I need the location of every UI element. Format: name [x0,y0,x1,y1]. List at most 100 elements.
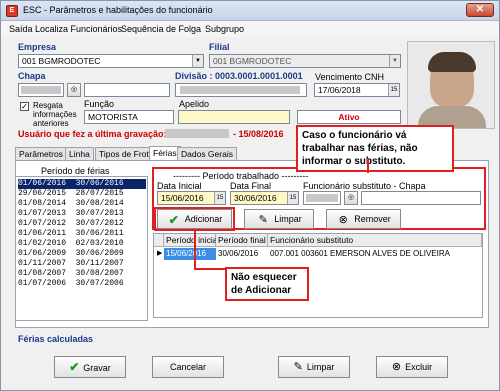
list-item[interactable]: 01/07/2006 30/07/2006 [18,279,146,289]
close-button[interactable]: ✕ [466,3,494,17]
menu-saida[interactable]: Saída [9,24,33,34]
tab-dados-gerais[interactable]: Dados Gerais [177,147,237,160]
vencimento-value: 17/06/2018 [318,85,361,95]
tab-parametros[interactable]: Parâmetros [15,147,67,160]
app-icon: E [6,5,18,17]
filial-value: 001 BGMRODOTEC [213,56,292,66]
limpar-bottom-button[interactable]: ✎ Limpar [278,356,350,378]
filial-label: Filial [209,42,230,52]
list-item[interactable]: 01/08/2007 30/08/2007 [18,269,146,279]
tab-linha[interactable]: Linha [65,147,94,160]
cancelar-button[interactable]: Cancelar [152,356,224,378]
callout-adicionar: Não esquecer de Adicionar [225,267,309,301]
title-bar: E ESC - Parâmetros e habilitações do fun… [1,1,499,21]
empresa-label: Empresa [18,42,57,52]
list-item[interactable]: 01/07/2013 30/07/2013 [18,209,146,219]
chapa-label: Chapa [18,71,46,81]
grid-indicator-header [154,234,164,247]
nome-field[interactable] [175,83,307,97]
calendar-icon[interactable]: 15 [388,84,399,96]
vencimento-field[interactable]: 17/06/2018 15 [314,83,400,97]
menu-bar: Saída Localiza Funcionários Sequência de… [1,21,499,37]
gravar-button[interactable]: ✔ Gravar [54,356,126,378]
check-icon: ✔ [69,360,80,374]
ultima-gravacao-date: - 15/08/2016 [233,129,284,139]
excluir-button[interactable]: ⊗ Excluir [376,356,448,378]
grid-header-periodo-inicial[interactable]: Período inicial [164,234,219,247]
limpar-button[interactable]: ✎ Limpar [244,209,314,229]
ultima-gravacao-label: Usuário que fez a última gravação: [18,129,167,139]
redacted-nome [180,86,300,94]
list-item[interactable]: 01/08/2014 30/08/2014 [18,199,146,209]
periodo-ferias-label: Período de férias [41,166,110,176]
check-icon: ✔ [168,212,179,227]
divisao-label: Divisão : 0003.0001.0001.0001 [175,71,303,81]
chapa-complement-field[interactable] [84,83,170,97]
data-inicial-field[interactable]: 15/06/2016 15 [157,191,226,205]
data-final-label: Data Final [230,181,272,191]
redacted-chapa [21,86,61,94]
grid-cell-periodo-inicial[interactable]: 15/06/2016 [164,248,216,260]
callout-connector [194,268,225,270]
grid-header-substituto[interactable]: Funcionário substituto [268,234,482,247]
list-item[interactable]: 29/06/2015 28/07/2015 [18,189,146,199]
empresa-select[interactable]: 001 BGMRODOTEC ▼ [18,54,204,68]
ferias-grid[interactable]: Período inicial Período final Funcionári… [153,233,483,318]
list-item[interactable]: 01/06/2009 30/06/2009 [18,249,146,259]
redacted-usuario [165,129,229,138]
row-pointer-icon: ▶ [157,250,163,257]
callout-connector [367,158,369,173]
trash-icon: ⊗ [391,361,402,373]
list-item[interactable]: 01/07/2012 30/07/2012 [18,219,146,229]
apelido-label: Apelido [179,99,210,109]
list-item[interactable]: 01/11/2007 30/11/2007 [18,259,146,269]
list-item[interactable]: 01/02/2010 02/03/2010 [18,239,146,249]
menu-subgrupo[interactable]: Subgrupo [205,24,244,34]
list-item[interactable]: 01/06/2011 30/06/2011 [18,229,146,239]
trash-icon: ⊗ [338,213,348,226]
data-inicial-label: Data Inicial [157,181,202,191]
grid-cell-substituto[interactable]: 007.001 003601 EMERSON ALVES DE OLIVEIRA [268,248,482,260]
substituto-label: Funcionário substituto - Chapa [303,181,426,191]
window-title: ESC - Parâmetros e habilitações do funci… [23,5,213,15]
vencimento-label: Vencimento CNH [315,72,385,82]
ferias-calculadas-label: Férias calculadas [18,334,94,344]
tab-ferias[interactable]: Férias [149,146,181,161]
grid-cell-periodo-final[interactable]: 30/06/2016 [216,248,268,260]
apelido-field[interactable] [178,110,290,124]
calendar-icon[interactable]: 15 [214,192,225,204]
periodo-trabalhado-label: --------- Período trabalhado --------- [173,171,309,181]
resgata-label: Resgata informações anteriores [33,101,77,128]
remover-button[interactable]: ⊗ Remover [326,209,401,229]
funcao-value: MOTORISTA [88,112,138,122]
grid-header-periodo-final[interactable]: Período final [216,234,268,247]
periodo-ferias-list[interactable]: 01/06/2016 30/06/2016 29/06/2015 28/07/2… [15,176,148,321]
chevron-down-icon[interactable]: ▼ [389,55,400,67]
data-final-field[interactable]: 30/06/2016 15 [230,191,299,205]
data-final-value: 30/06/2016 [234,193,277,203]
menu-localiza-funcionarios[interactable]: Localiza Funcionários [35,24,122,34]
eraser-icon: ✎ [258,213,268,226]
chapa-field[interactable] [18,83,64,97]
status-field: Ativo [297,110,401,124]
eraser-icon: ✎ [293,361,303,373]
callout-substituto: Caso o funcionário vá trabalhar nas féri… [296,125,454,172]
redacted-substituto [306,194,338,202]
funcao-label: Função [84,99,115,109]
empresa-value: 001 BGMRODOTEC [22,56,101,66]
substituto-chapa-field[interactable] [303,191,341,205]
list-item[interactable]: 01/06/2016 30/06/2016 [18,179,146,189]
funcao-field[interactable]: MOTORISTA [84,110,174,124]
resgata-checkbox[interactable]: ✓ [20,102,29,111]
employee-photo [407,41,495,129]
main-window: E ESC - Parâmetros e habilitações do fun… [0,0,500,391]
callout-connector [194,231,196,269]
filial-select[interactable]: 001 BGMRODOTEC ▼ [209,54,401,68]
binoculars-icon[interactable]: ◎ [67,83,81,97]
chevron-down-icon[interactable]: ▼ [192,55,203,67]
adicionar-button[interactable]: ✔ Adicionar [157,209,232,229]
calendar-icon[interactable]: 15 [287,192,298,204]
substituto-nome-field[interactable] [361,191,481,205]
menu-sequencia-folga[interactable]: Sequência de Folga [121,24,201,34]
binoculars-icon[interactable]: ◎ [344,191,358,205]
